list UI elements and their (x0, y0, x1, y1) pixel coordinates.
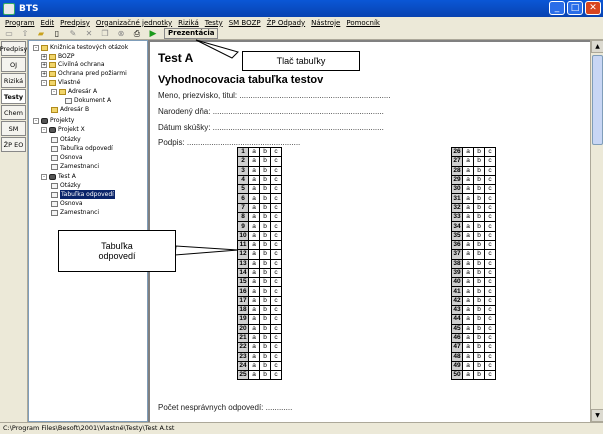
callout-print-tables: Tlač tabuľky (242, 51, 360, 71)
callout-answer-table: Tabuľka odpovedí (58, 230, 176, 272)
callout-answer-line2: odpovedí (98, 251, 136, 261)
status-bar: C:\Program Files\Besoft\2001\Vlastné\Tes… (0, 422, 603, 434)
callout-answer-line1: Tabuľka (101, 241, 133, 251)
